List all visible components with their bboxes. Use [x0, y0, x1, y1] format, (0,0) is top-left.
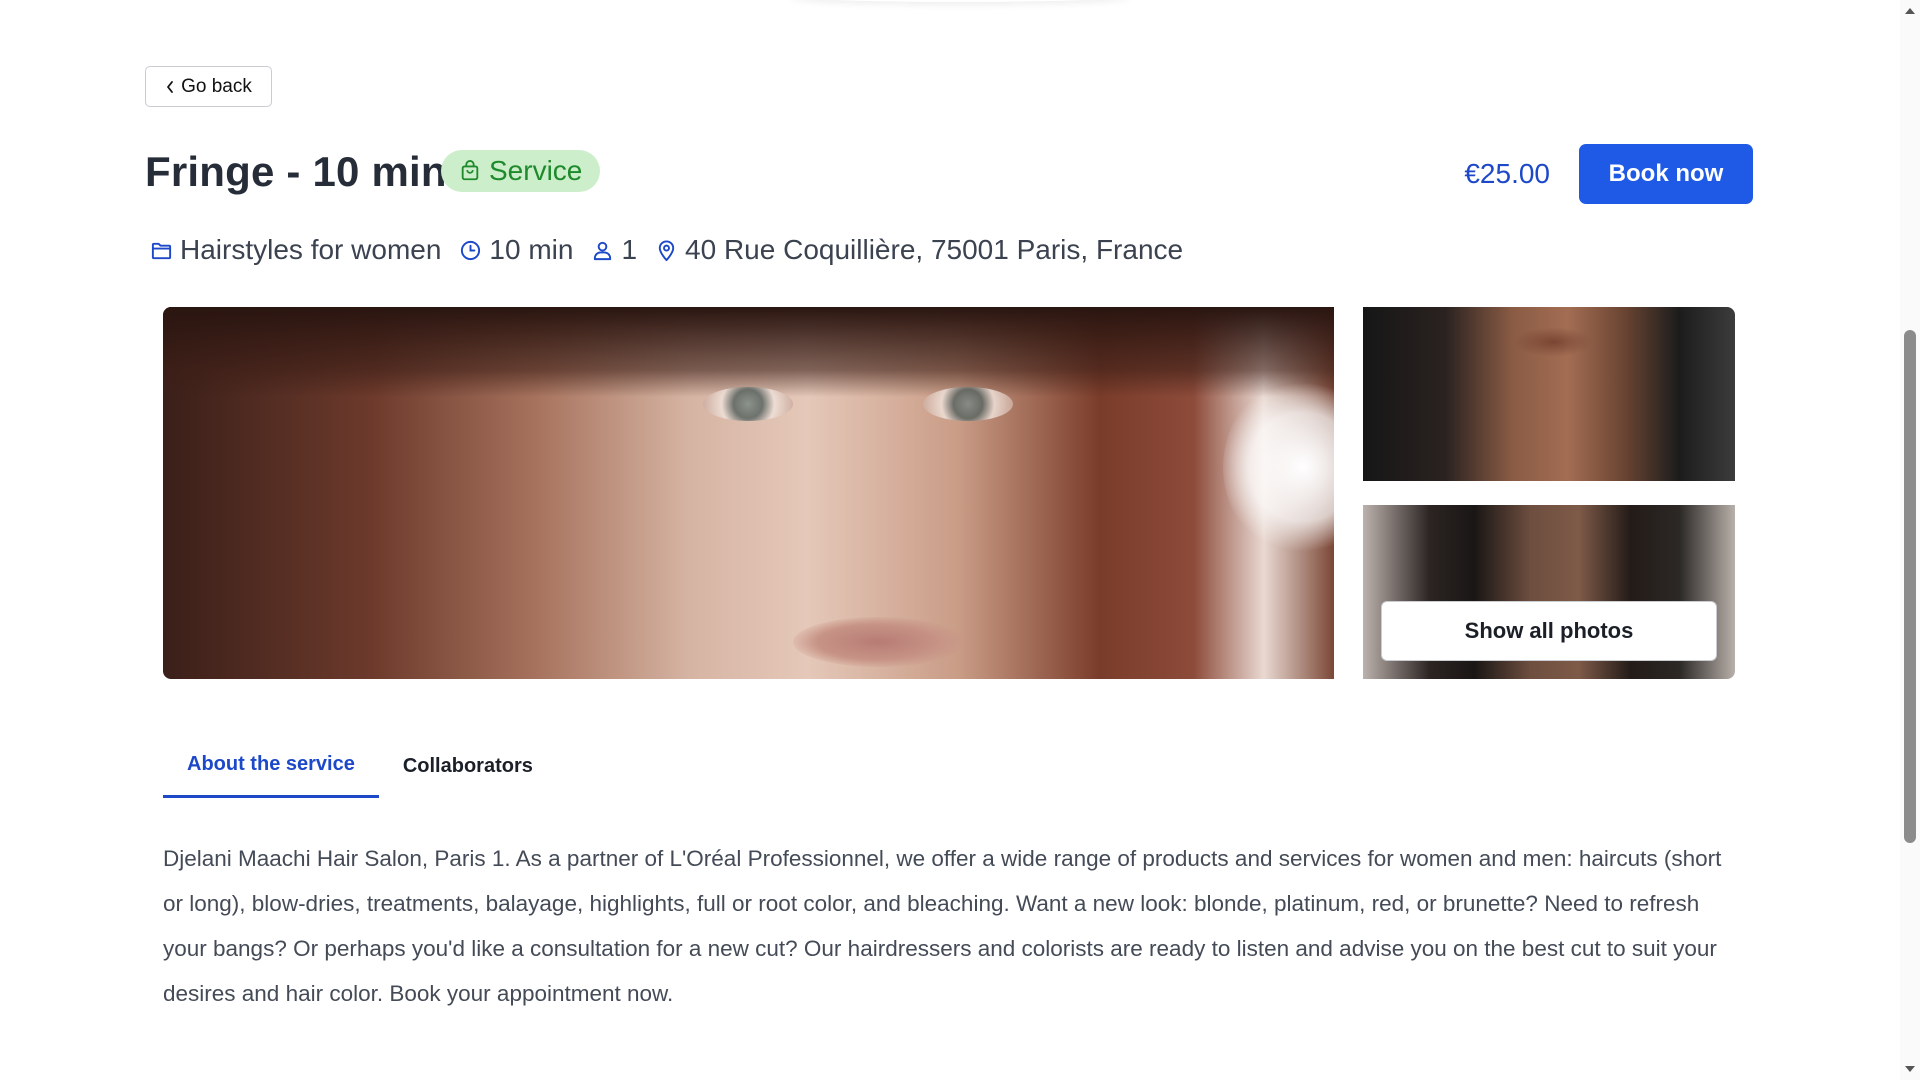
- scrollbar-thumb[interactable]: [1904, 330, 1916, 843]
- page-title: Fringe - 10 min: [145, 148, 447, 195]
- service-badge-label: Service: [489, 155, 583, 186]
- scrollbar[interactable]: [1900, 0, 1920, 1080]
- scroll-up-arrow-icon[interactable]: [1900, 2, 1920, 20]
- meta-address: 40 Rue Coquillière, 75001 Paris, France: [655, 234, 1183, 266]
- service-price: €25.00: [1464, 158, 1550, 189]
- meta-people: 1: [591, 234, 637, 266]
- meta-people-label: 1: [621, 234, 638, 265]
- shopping-bag-icon: [461, 160, 479, 181]
- folder-icon: [151, 242, 172, 259]
- meta-duration-label: 10 min: [489, 234, 574, 265]
- meta-category-label: Hairstyles for women: [180, 234, 442, 265]
- map-pin-icon: [658, 239, 675, 261]
- tab-collaborators[interactable]: Collaborators: [379, 734, 557, 798]
- chevron-left-icon: [167, 80, 174, 93]
- header-shadow: [790, 0, 1130, 2]
- clock-icon: [461, 240, 481, 260]
- go-back-button[interactable]: Go back: [145, 66, 272, 107]
- main-photo[interactable]: [163, 307, 1334, 679]
- go-back-label: Go back: [181, 75, 252, 97]
- meta-category: Hairstyles for women: [150, 234, 441, 266]
- service-badge: Service: [441, 150, 601, 192]
- service-detail-page: Go back Fringe - 10 min Service €25.00 B…: [0, 0, 1920, 1080]
- meta-duration: 10 min: [459, 234, 573, 266]
- meta-address-label: 40 Rue Coquillière, 75001 Paris, France: [685, 234, 1184, 265]
- book-now-button[interactable]: Book now: [1579, 144, 1753, 204]
- show-all-photos-button[interactable]: Show all photos: [1381, 601, 1717, 661]
- person-icon: [594, 241, 612, 260]
- service-tabs: About the service Collaborators: [163, 734, 557, 798]
- tab-about-service[interactable]: About the service: [163, 734, 379, 798]
- service-meta: Hairstyles for women 10 min 1 40 Rue Coq…: [150, 230, 1201, 270]
- service-description: Djelani Maachi Hair Salon, Paris 1. As a…: [163, 846, 1722, 1006]
- scroll-down-arrow-icon[interactable]: [1900, 1060, 1920, 1078]
- side-photo-top[interactable]: [1363, 307, 1735, 481]
